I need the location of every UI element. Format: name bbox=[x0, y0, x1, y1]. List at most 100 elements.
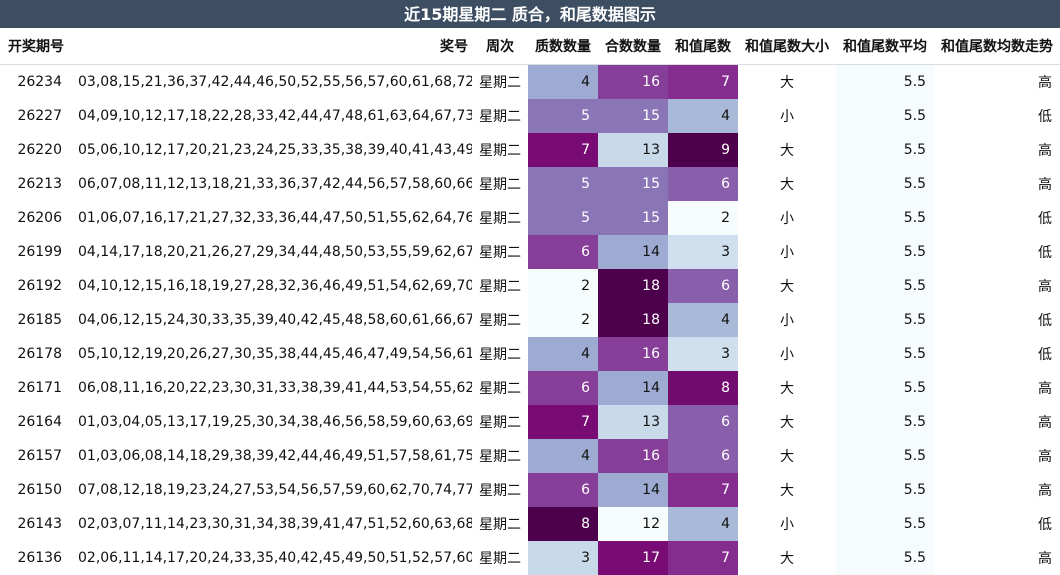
issue-cell: 26220 bbox=[17, 142, 62, 158]
tail-size-cell: 小 bbox=[780, 245, 794, 261]
issue-cell: 26234 bbox=[17, 74, 62, 90]
header-numbers: 奖号 bbox=[72, 28, 472, 65]
sum-tail-cell: 7 bbox=[668, 64, 738, 99]
tail-trend-cell: 高 bbox=[1038, 449, 1052, 465]
sum-tail-cell: 9 bbox=[668, 133, 738, 167]
sum-tail-cell: 3 bbox=[668, 235, 738, 269]
tail-trend-cell: 高 bbox=[1038, 483, 1052, 499]
prime-count-cell: 2 bbox=[528, 303, 598, 337]
header-sum-tail: 和值尾数 bbox=[668, 28, 738, 65]
weekday-cell: 星期二 bbox=[479, 279, 521, 295]
sum-tail-cell: 6 bbox=[668, 269, 738, 303]
weekday-cell: 星期二 bbox=[479, 109, 521, 125]
table-row: 26227 04,09,10,12,17,18,22,28,33,42,44,47… bbox=[0, 99, 1060, 133]
numbers-cell: 01,03,06,08,14,18,29,38,39,42,44,46,49,5… bbox=[78, 448, 472, 464]
numbers-cell: 02,06,11,14,17,20,24,33,35,40,42,45,49,5… bbox=[78, 550, 472, 566]
prime-count-cell: 2 bbox=[528, 269, 598, 303]
tail-average-cell: 5.5 bbox=[836, 133, 934, 167]
tail-trend-cell: 低 bbox=[1038, 109, 1052, 125]
weekday-cell: 星期二 bbox=[479, 347, 521, 363]
issue-cell: 26157 bbox=[17, 448, 62, 464]
composite-count-cell: 14 bbox=[598, 371, 668, 405]
numbers-cell: 04,06,12,15,24,30,33,35,39,40,42,45,48,5… bbox=[78, 312, 472, 328]
composite-count-cell: 13 bbox=[598, 133, 668, 167]
weekday-cell: 星期二 bbox=[479, 483, 521, 499]
tail-size-cell: 大 bbox=[780, 415, 794, 431]
composite-count-cell: 15 bbox=[598, 167, 668, 201]
numbers-cell: 06,07,08,11,12,13,18,21,33,36,37,42,44,5… bbox=[78, 176, 472, 192]
composite-count-cell: 16 bbox=[598, 337, 668, 371]
tail-trend-cell: 低 bbox=[1038, 245, 1052, 261]
header-tail-trend: 和值尾数均数走势 bbox=[934, 28, 1060, 65]
issue-cell: 26150 bbox=[17, 482, 62, 498]
numbers-cell: 04,09,10,12,17,18,22,28,33,42,44,47,48,6… bbox=[78, 108, 472, 124]
prime-count-cell: 8 bbox=[528, 507, 598, 541]
sum-tail-cell: 4 bbox=[668, 507, 738, 541]
issue-cell: 26164 bbox=[17, 414, 62, 430]
tail-size-cell: 大 bbox=[780, 75, 794, 91]
header-weekday: 周次 bbox=[472, 28, 528, 65]
prime-count-cell: 7 bbox=[528, 405, 598, 439]
tail-trend-cell: 高 bbox=[1038, 143, 1052, 159]
table-row: 26150 07,08,12,18,19,23,24,27,53,54,56,57… bbox=[0, 473, 1060, 507]
table-row: 26143 02,03,07,11,14,23,30,31,34,38,39,41… bbox=[0, 507, 1060, 541]
table-row: 26171 06,08,11,16,20,22,23,30,31,33,38,39… bbox=[0, 371, 1060, 405]
tail-size-cell: 大 bbox=[780, 551, 794, 567]
tail-average-cell: 5.5 bbox=[836, 507, 934, 541]
table-row: 26164 01,03,04,05,13,17,19,25,30,34,38,46… bbox=[0, 405, 1060, 439]
weekday-cell: 星期二 bbox=[479, 177, 521, 193]
tail-average-cell: 5.5 bbox=[836, 235, 934, 269]
header-prime-count: 质数数量 bbox=[528, 28, 598, 65]
numbers-cell: 04,14,17,18,20,21,26,27,29,34,44,48,50,5… bbox=[78, 244, 472, 260]
tail-average-cell: 5.5 bbox=[836, 371, 934, 405]
numbers-cell: 06,08,11,16,20,22,23,30,31,33,38,39,41,4… bbox=[78, 380, 472, 396]
weekday-cell: 星期二 bbox=[479, 449, 521, 465]
tail-average-cell: 5.5 bbox=[836, 405, 934, 439]
sum-tail-cell: 6 bbox=[668, 405, 738, 439]
prime-count-cell: 3 bbox=[528, 541, 598, 575]
numbers-cell: 02,03,07,11,14,23,30,31,34,38,39,41,47,5… bbox=[78, 516, 472, 532]
composite-count-cell: 17 bbox=[598, 541, 668, 575]
tail-size-cell: 小 bbox=[780, 211, 794, 227]
prime-count-cell: 7 bbox=[528, 133, 598, 167]
table-row: 26213 06,07,08,11,12,13,18,21,33,36,37,42… bbox=[0, 167, 1060, 201]
composite-count-cell: 14 bbox=[598, 473, 668, 507]
table-title: 近15期星期二 质合，和尾数据图示 bbox=[0, 0, 1060, 28]
issue-cell: 26171 bbox=[17, 380, 62, 396]
numbers-cell: 04,10,12,15,16,18,19,27,28,32,36,46,49,5… bbox=[78, 278, 472, 294]
lottery-table: 开奖期号 奖号 周次 质数数量 合数数量 和值尾数 和值尾数大小 和值尾数平均 … bbox=[0, 28, 1060, 575]
numbers-cell: 01,06,07,16,17,21,27,32,33,36,44,47,50,5… bbox=[78, 210, 472, 226]
tail-size-cell: 大 bbox=[780, 483, 794, 499]
composite-count-cell: 13 bbox=[598, 405, 668, 439]
prime-count-cell: 6 bbox=[528, 473, 598, 507]
weekday-cell: 星期二 bbox=[479, 551, 521, 567]
tail-average-cell: 5.5 bbox=[836, 337, 934, 371]
tail-average-cell: 5.5 bbox=[836, 473, 934, 507]
issue-cell: 26213 bbox=[17, 176, 62, 192]
numbers-cell: 05,06,10,12,17,20,21,23,24,25,33,35,38,3… bbox=[78, 142, 472, 158]
tail-trend-cell: 低 bbox=[1038, 313, 1052, 329]
table-row: 26199 04,14,17,18,20,21,26,27,29,34,44,48… bbox=[0, 235, 1060, 269]
prime-count-cell: 6 bbox=[528, 235, 598, 269]
issue-cell: 26178 bbox=[17, 346, 62, 362]
weekday-cell: 星期二 bbox=[479, 517, 521, 533]
tail-size-cell: 大 bbox=[780, 381, 794, 397]
composite-count-cell: 18 bbox=[598, 303, 668, 337]
table-row: 26178 05,10,12,19,20,26,27,30,35,38,44,45… bbox=[0, 337, 1060, 371]
tail-average-cell: 5.5 bbox=[836, 439, 934, 473]
sum-tail-cell: 7 bbox=[668, 473, 738, 507]
sum-tail-cell: 7 bbox=[668, 541, 738, 575]
header-issue: 开奖期号 bbox=[0, 28, 72, 65]
tail-average-cell: 5.5 bbox=[836, 201, 934, 235]
tail-average-cell: 5.5 bbox=[836, 99, 934, 133]
prime-count-cell: 4 bbox=[528, 439, 598, 473]
issue-cell: 26192 bbox=[17, 278, 62, 294]
tail-trend-cell: 低 bbox=[1038, 211, 1052, 227]
tail-average-cell: 5.5 bbox=[836, 303, 934, 337]
tail-size-cell: 小 bbox=[780, 347, 794, 363]
composite-count-cell: 16 bbox=[598, 64, 668, 99]
sum-tail-cell: 4 bbox=[668, 99, 738, 133]
tail-size-cell: 大 bbox=[780, 449, 794, 465]
issue-cell: 26199 bbox=[17, 244, 62, 260]
header-tail-average: 和值尾数平均 bbox=[836, 28, 934, 65]
